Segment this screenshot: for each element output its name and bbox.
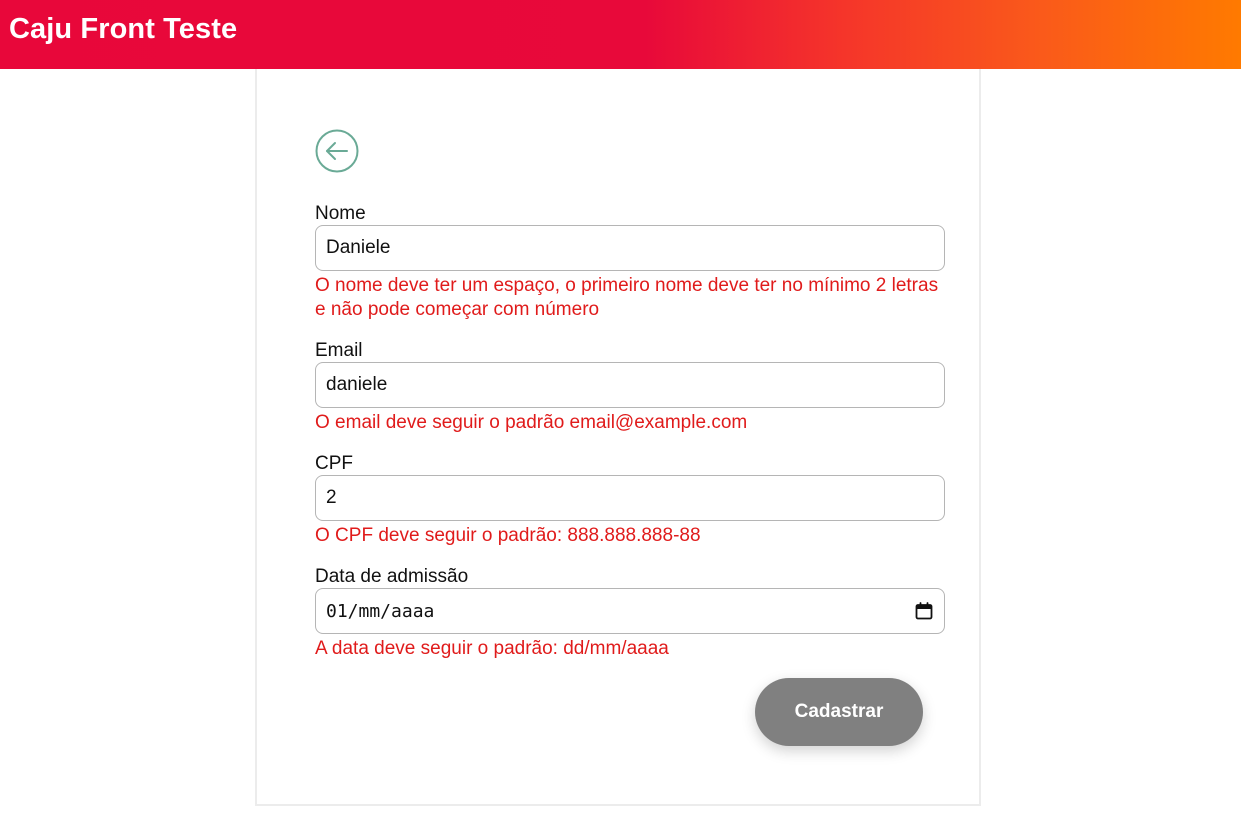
field-cpf: CPF 2 O CPF deve seguir o padrão: 888.88… bbox=[315, 452, 945, 548]
nome-error: O nome deve ter um espaço, o primeiro no… bbox=[315, 275, 939, 320]
back-button[interactable] bbox=[315, 129, 359, 173]
form-card: Nome Daniele O nome deve ter um espaço, … bbox=[255, 69, 981, 806]
admission-date-input[interactable]: 01/mm/aaaa bbox=[315, 588, 945, 634]
email-error: O email deve seguir o padrão email@examp… bbox=[315, 412, 748, 433]
nome-input-value: Daniele bbox=[326, 237, 391, 258]
nome-label: Nome bbox=[315, 203, 366, 224]
cpf-label: CPF bbox=[315, 453, 353, 474]
nome-input[interactable]: Daniele bbox=[315, 225, 945, 271]
admission-date-input-value: 01/mm/aaaa bbox=[326, 600, 435, 622]
admission-date-label: Data de admissão bbox=[315, 566, 469, 587]
app-title: Caju Front Teste bbox=[9, 13, 238, 45]
arrow-left-circle-icon bbox=[315, 129, 359, 173]
admission-date-error: A data deve seguir o padrão: dd/mm/aaaa bbox=[315, 638, 669, 659]
submit-button[interactable]: Cadastrar bbox=[755, 678, 923, 746]
field-admission-date: Data de admissão 01/mm/aaaa A data deve … bbox=[315, 565, 945, 661]
calendar-icon[interactable] bbox=[914, 601, 934, 621]
field-nome: Nome Daniele O nome deve ter um espaço, … bbox=[315, 202, 945, 322]
email-label: Email bbox=[315, 340, 363, 361]
cpf-input-value: 2 bbox=[326, 487, 337, 508]
email-input-value: daniele bbox=[326, 374, 388, 395]
email-input[interactable]: daniele bbox=[315, 362, 945, 408]
app-header: Caju Front Teste bbox=[0, 0, 1241, 69]
cpf-error: O CPF deve seguir o padrão: 888.888.888-… bbox=[315, 525, 701, 546]
field-email: Email daniele O email deve seguir o padr… bbox=[315, 339, 945, 435]
cpf-input[interactable]: 2 bbox=[315, 475, 945, 521]
